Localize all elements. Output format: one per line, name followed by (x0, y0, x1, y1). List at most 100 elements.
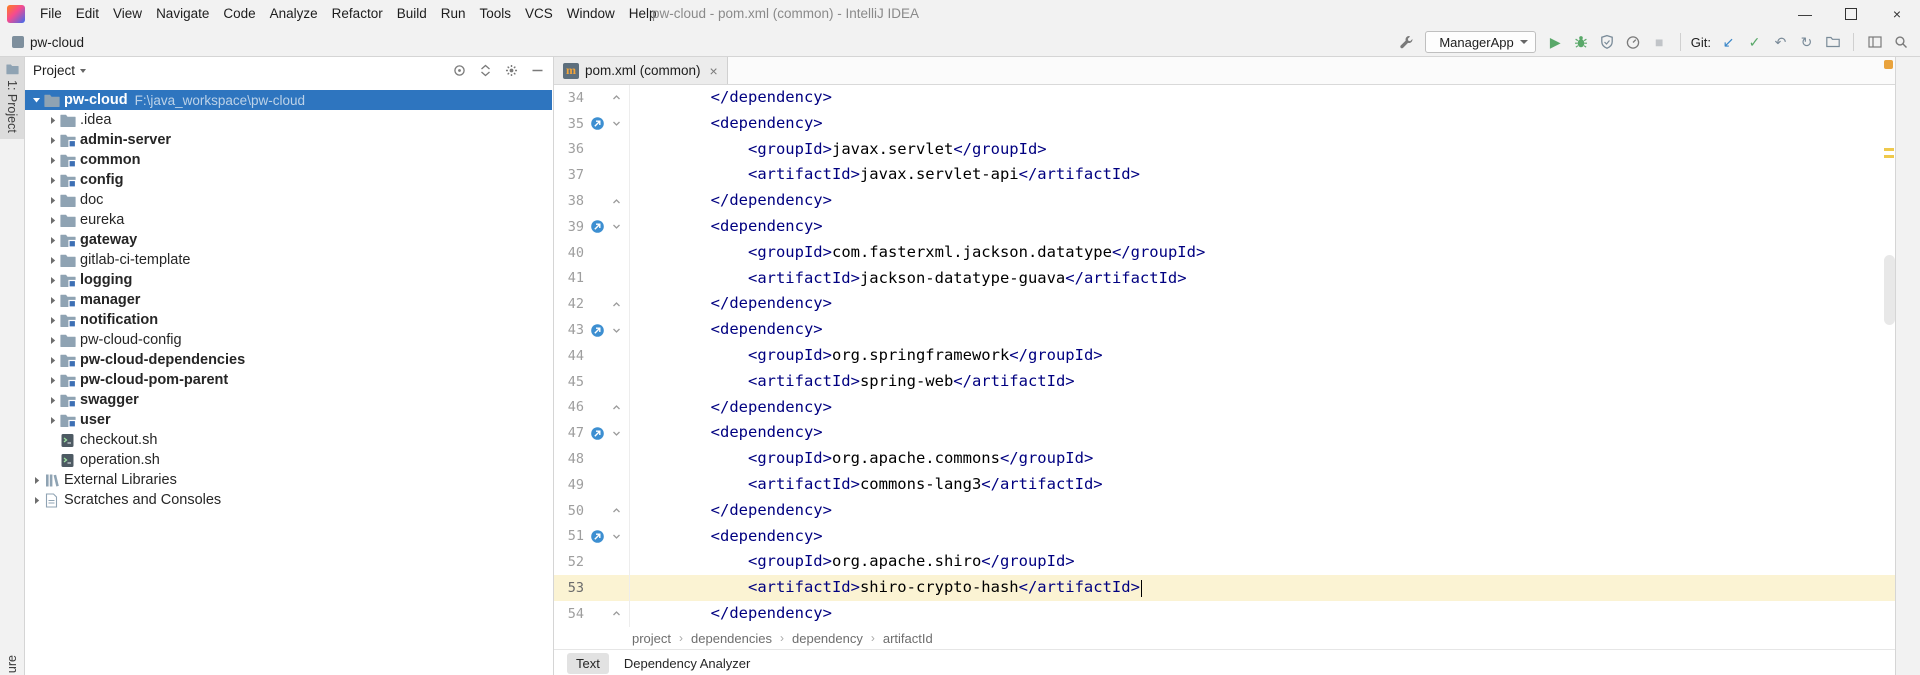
chevron-right-icon[interactable] (46, 216, 59, 225)
menu-edit[interactable]: Edit (69, 0, 106, 28)
maven-dependency-gutter-icon[interactable] (586, 529, 608, 544)
settings-gear-icon[interactable] (504, 63, 519, 78)
maven-dependency-gutter-icon[interactable] (586, 116, 608, 131)
maximize-button[interactable] (1828, 0, 1874, 28)
tree-item-eureka[interactable]: eureka (25, 210, 552, 230)
chevron-right-icon[interactable] (46, 416, 59, 425)
fold-up-icon[interactable] (608, 506, 624, 515)
menu-build[interactable]: Build (390, 0, 434, 28)
chevron-right-icon[interactable] (46, 176, 59, 185)
fold-down-icon[interactable] (608, 119, 624, 128)
chevron-right-icon[interactable] (46, 356, 59, 365)
breadcrumb-item-dependency[interactable]: dependency (792, 631, 863, 646)
build-wrench-icon[interactable] (1394, 31, 1417, 53)
menu-window[interactable]: Window (560, 0, 622, 28)
menu-code[interactable]: Code (216, 0, 262, 28)
maven-dependency-gutter-icon[interactable] (586, 219, 608, 234)
navigation-bar-item[interactable]: pw-cloud (12, 28, 84, 56)
chevron-right-icon[interactable] (46, 236, 59, 245)
chevron-right-icon[interactable] (30, 496, 43, 505)
tree-item-checkout-sh[interactable]: checkout.sh (25, 430, 552, 450)
fold-up-icon[interactable] (608, 93, 624, 102)
fold-up-icon[interactable] (608, 609, 624, 618)
hide-panel-icon[interactable] (530, 63, 545, 78)
breadcrumb-item-artifactid[interactable]: artifactId (883, 631, 933, 646)
layout-icon[interactable] (1863, 31, 1886, 53)
locate-icon[interactable] (452, 63, 467, 78)
tree-item-idea[interactable]: .idea (25, 110, 552, 130)
vcs-shelve-icon[interactable] (1821, 31, 1844, 53)
close-button[interactable]: × (1874, 0, 1920, 28)
vcs-update-icon[interactable]: ↙ (1717, 31, 1740, 53)
run-icon[interactable]: ▶ (1544, 31, 1567, 53)
bottom-tab-text[interactable]: Text (567, 653, 609, 674)
fold-up-icon[interactable] (608, 403, 624, 412)
fold-up-icon[interactable] (608, 197, 624, 206)
chevron-down-icon[interactable] (30, 96, 43, 104)
fold-down-icon[interactable] (608, 326, 624, 335)
breadcrumb-item-project[interactable]: project (632, 631, 671, 646)
fold-down-icon[interactable] (608, 532, 624, 541)
chevron-right-icon[interactable] (46, 336, 59, 345)
chevron-right-icon[interactable] (30, 476, 43, 485)
tree-item-logging[interactable]: logging (25, 270, 552, 290)
tree-item-gateway[interactable]: gateway (25, 230, 552, 250)
menu-file[interactable]: File (33, 0, 69, 28)
tree-item-config[interactable]: config (25, 170, 552, 190)
tree-item-scratches-and-consoles[interactable]: Scratches and Consoles (25, 490, 552, 510)
coverage-icon[interactable] (1596, 31, 1619, 53)
profiler-icon[interactable] (1622, 31, 1645, 53)
close-icon[interactable]: × (710, 63, 718, 79)
tool-window-tab-structure-fragment[interactable]: ure (0, 655, 24, 673)
fold-up-icon[interactable] (608, 300, 624, 309)
editor-tab-pom-xml[interactable]: m pom.xml (common) × (554, 57, 728, 84)
tree-item-pw-cloud-config[interactable]: pw-cloud-config (25, 330, 552, 350)
tree-item-external-libraries[interactable]: External Libraries (25, 470, 552, 490)
vcs-history-icon[interactable]: ↻ (1795, 31, 1818, 53)
maven-dependency-gutter-icon[interactable] (586, 323, 608, 338)
tree-item-pw-cloud-dependencies[interactable]: pw-cloud-dependencies (25, 350, 552, 370)
debug-icon[interactable] (1570, 31, 1593, 53)
chevron-right-icon[interactable] (46, 156, 59, 165)
chevron-right-icon[interactable] (46, 296, 59, 305)
tree-item-swagger[interactable]: swagger (25, 390, 552, 410)
chevron-right-icon[interactable] (46, 196, 59, 205)
tree-item-common[interactable]: common (25, 150, 552, 170)
fold-down-icon[interactable] (608, 429, 624, 438)
tree-item-doc[interactable]: doc (25, 190, 552, 210)
menu-refactor[interactable]: Refactor (325, 0, 390, 28)
chevron-right-icon[interactable] (46, 396, 59, 405)
vcs-commit-icon[interactable]: ✓ (1743, 31, 1766, 53)
tree-item-pw-cloud[interactable]: pw-cloudF:\java_workspace\pw-cloud (25, 90, 552, 110)
vcs-rollback-icon[interactable]: ↶ (1769, 31, 1792, 53)
editor-content[interactable]: 34 </dependency>35 <dependency>36 <group… (554, 85, 1896, 627)
menu-run[interactable]: Run (434, 0, 473, 28)
fold-down-icon[interactable] (608, 222, 624, 231)
tool-window-tab-project[interactable]: 1: Project (0, 57, 24, 139)
tree-item-operation-sh[interactable]: operation.sh (25, 450, 552, 470)
chevron-right-icon[interactable] (46, 316, 59, 325)
tree-item-notification[interactable]: notification (25, 310, 552, 330)
chevron-right-icon[interactable] (46, 376, 59, 385)
tree-item-admin-server[interactable]: admin-server (25, 130, 552, 150)
chevron-down-icon[interactable] (80, 69, 86, 73)
menu-tools[interactable]: Tools (473, 0, 519, 28)
warning-stripe-mark[interactable] (1884, 155, 1894, 158)
tree-item-gitlab-ci-template[interactable]: gitlab-ci-template (25, 250, 552, 270)
menu-vcs[interactable]: VCS (518, 0, 560, 28)
tree-item-manager[interactable]: manager (25, 290, 552, 310)
collapse-all-icon[interactable] (478, 63, 493, 78)
menu-analyze[interactable]: Analyze (263, 0, 325, 28)
bottom-tab-dependency-analyzer[interactable]: Dependency Analyzer (615, 653, 759, 674)
menu-navigate[interactable]: Navigate (149, 0, 216, 28)
chevron-right-icon[interactable] (46, 116, 59, 125)
maven-dependency-gutter-icon[interactable] (586, 426, 608, 441)
warning-stripe-mark[interactable] (1884, 148, 1894, 151)
editor-scrollbar-thumb[interactable] (1884, 255, 1895, 325)
project-panel-title[interactable]: Project (33, 63, 75, 78)
tree-item-user[interactable]: user (25, 410, 552, 430)
minimize-button[interactable]: — (1782, 0, 1828, 28)
breadcrumb-item-dependencies[interactable]: dependencies (691, 631, 772, 646)
inspection-status-indicator[interactable] (1884, 60, 1893, 69)
menu-view[interactable]: View (106, 0, 149, 28)
